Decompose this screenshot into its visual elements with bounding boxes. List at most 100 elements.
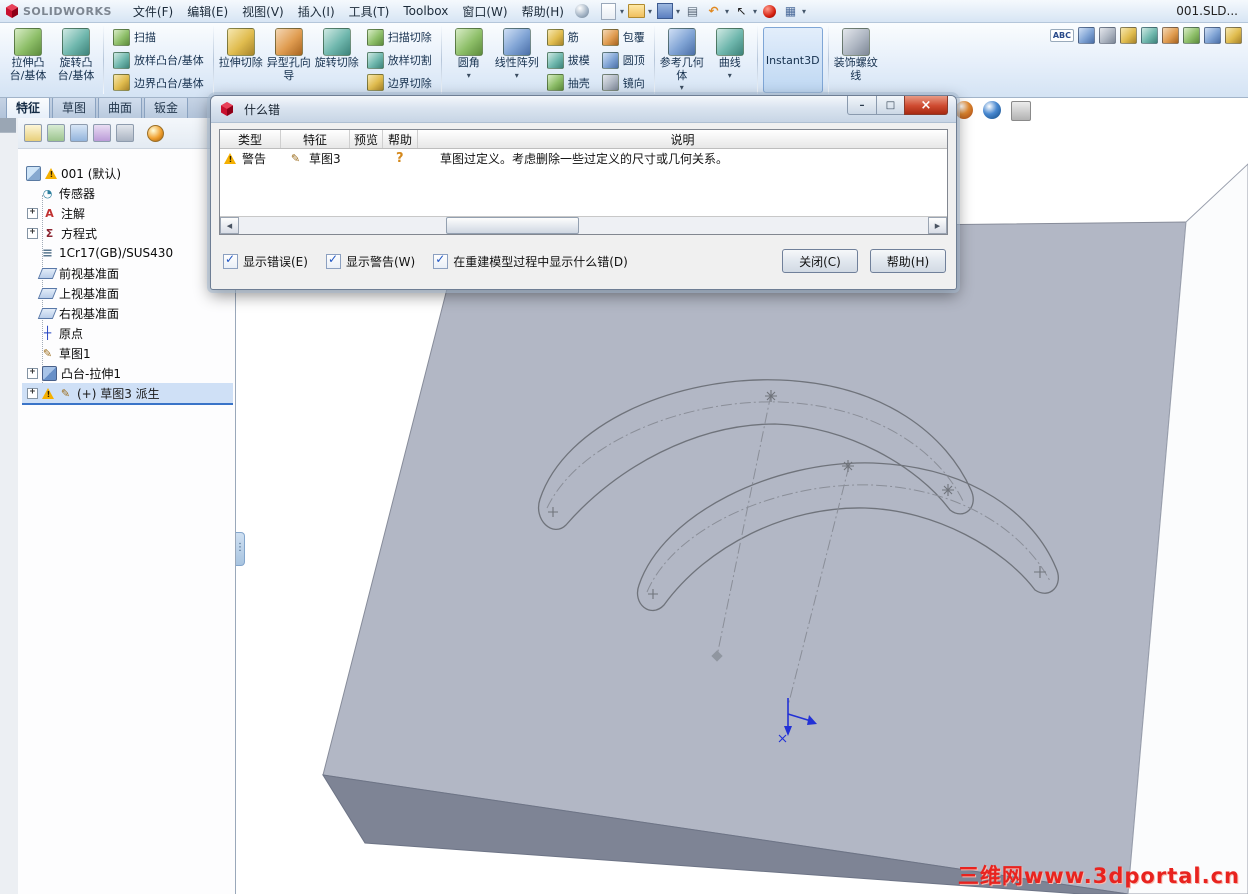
boundary-cut-button[interactable]: 边界切除 bbox=[363, 72, 436, 93]
show-on-rebuild-checkbox[interactable]: 在重建模型过程中显示什么错(D) bbox=[433, 252, 628, 270]
edit-appearance-icon[interactable] bbox=[955, 101, 973, 119]
lofted-cut-button[interactable]: 放样切割 bbox=[363, 50, 436, 71]
tab-sketch[interactable]: 草图 bbox=[52, 95, 97, 118]
dropdown-caret[interactable]: ▾ bbox=[753, 7, 757, 16]
left-toolbar-icon[interactable] bbox=[14, 117, 16, 133]
help-button[interactable]: 帮助(H) bbox=[870, 249, 946, 273]
checkbox-checked-icon[interactable] bbox=[325, 252, 341, 269]
table-row[interactable]: 警告 ✎草图3 ? 草图过定义。考虑删除一些过定义的尺寸或几何关系。 bbox=[220, 149, 947, 168]
column-description[interactable]: 说明 bbox=[418, 130, 947, 148]
cosmetic-thread-button[interactable]: 装饰螺纹线 bbox=[832, 24, 880, 96]
menu-view[interactable]: 视图(V) bbox=[235, 0, 291, 23]
rib-button[interactable]: 筋 bbox=[543, 27, 594, 48]
column-type[interactable]: 类型 bbox=[220, 130, 281, 148]
close-button[interactable]: 关闭(C) bbox=[782, 249, 858, 273]
undo-icon[interactable]: ↶ bbox=[704, 2, 723, 21]
reference-geometry-button[interactable]: 参考几何体 bbox=[658, 24, 706, 96]
select-pointer-icon[interactable]: ↖ bbox=[732, 2, 751, 21]
dropdown-caret[interactable]: ▾ bbox=[648, 7, 652, 16]
curves-button[interactable]: 曲线 bbox=[706, 24, 754, 96]
expand-icon[interactable] bbox=[27, 207, 38, 219]
featuremanager-tree-icon[interactable] bbox=[24, 124, 42, 142]
toolbar-icon[interactable] bbox=[1204, 27, 1221, 44]
boundary-boss-button[interactable]: 边界凸台/基体 bbox=[109, 72, 208, 93]
view-settings-icon[interactable] bbox=[1011, 101, 1031, 121]
dropdown-caret[interactable]: ▾ bbox=[802, 7, 806, 16]
menu-window[interactable]: 窗口(W) bbox=[455, 0, 514, 23]
tree-item-front-plane[interactable]: 前视基准面 bbox=[22, 263, 233, 283]
draft-button[interactable]: 拔模 bbox=[543, 50, 594, 71]
scroll-right-arrow[interactable]: ▶ bbox=[928, 217, 947, 234]
dropdown-caret[interactable]: ▾ bbox=[676, 7, 680, 16]
toolbar-icon[interactable] bbox=[1183, 27, 1200, 44]
new-document-icon[interactable] bbox=[600, 2, 616, 20]
propertymanager-icon[interactable] bbox=[47, 124, 65, 142]
tree-item-sensors[interactable]: ◔ 传感器 bbox=[22, 183, 233, 203]
menu-tools[interactable]: 工具(T) bbox=[342, 0, 397, 23]
revolve-boss-button[interactable]: 旋转凸台/基体 bbox=[52, 24, 100, 96]
print-icon[interactable]: ▤ bbox=[683, 2, 702, 21]
expand-icon[interactable] bbox=[27, 387, 38, 399]
menu-edit[interactable]: 编辑(E) bbox=[180, 0, 235, 23]
dialog-title-bar[interactable]: 什么错 bbox=[211, 96, 956, 123]
sweep-button[interactable]: 扫描 bbox=[109, 27, 208, 48]
horizontal-scrollbar[interactable]: ◀ ▶ bbox=[220, 216, 947, 234]
tab-sheet-metal[interactable]: 钣金 bbox=[144, 95, 189, 118]
dropdown-caret[interactable]: ▾ bbox=[620, 7, 624, 16]
configurationmanager-icon[interactable] bbox=[70, 124, 88, 142]
apply-scene-icon[interactable] bbox=[983, 101, 1001, 119]
row-help-cell[interactable]: ? bbox=[392, 151, 430, 166]
scrollbar-track[interactable] bbox=[239, 217, 928, 234]
dropdown-caret[interactable]: ▾ bbox=[725, 7, 729, 16]
tree-item-sketch1[interactable]: ✎ 草图1 bbox=[22, 343, 233, 363]
show-warnings-checkbox[interactable]: 显示警告(W) bbox=[325, 252, 415, 270]
extrude-boss-button[interactable]: 拉伸凸台/基体 bbox=[4, 24, 52, 96]
dimxpertmanager-icon[interactable] bbox=[93, 124, 111, 142]
menu-insert[interactable]: 插入(I) bbox=[291, 0, 342, 23]
revolved-cut-button[interactable]: 旋转切除 bbox=[313, 24, 361, 96]
menu-file[interactable]: 文件(F) bbox=[126, 0, 180, 23]
toolbar-icon[interactable] bbox=[1162, 27, 1179, 44]
tree-item-right-plane[interactable]: 右视基准面 bbox=[22, 303, 233, 323]
menu-help[interactable]: 帮助(H) bbox=[515, 0, 571, 23]
tree-item-root[interactable]: 001 (默认) bbox=[22, 163, 233, 183]
show-errors-checkbox[interactable]: 显示错误(E) bbox=[223, 252, 308, 270]
toolbar-icon[interactable] bbox=[1225, 27, 1242, 44]
tab-features[interactable]: 特征 bbox=[6, 95, 51, 118]
shell-button[interactable]: 抽壳 bbox=[543, 72, 594, 93]
loft-button[interactable]: 放样凸台/基体 bbox=[109, 50, 208, 71]
scrollbar-thumb[interactable] bbox=[445, 217, 579, 234]
expand-icon[interactable] bbox=[27, 367, 38, 379]
spell-check-icon[interactable]: ABC bbox=[1049, 29, 1074, 42]
tree-item-origin[interactable]: ┼ 原点 bbox=[22, 323, 233, 343]
wrap-button[interactable]: 包覆 bbox=[598, 27, 649, 48]
tree-item-top-plane[interactable]: 上视基准面 bbox=[22, 283, 233, 303]
maximize-button[interactable] bbox=[877, 96, 904, 115]
options-icon[interactable]: ▦ bbox=[781, 2, 800, 21]
extruded-cut-button[interactable]: 拉伸切除 bbox=[217, 24, 265, 96]
panel-splitter-grip[interactable] bbox=[235, 532, 245, 566]
instant3d-toggle[interactable]: Instant3D bbox=[762, 27, 823, 93]
minimize-button[interactable] bbox=[847, 96, 877, 115]
appearances-icon[interactable] bbox=[147, 124, 164, 142]
tree-item-extrude1[interactable]: 凸台-拉伸1 bbox=[22, 363, 233, 383]
tree-item-equations[interactable]: Σ 方程式 bbox=[22, 223, 233, 243]
tree-item-sketch3-derived[interactable]: ✎ (+) 草图3 派生 bbox=[22, 383, 233, 405]
swept-cut-button[interactable]: 扫描切除 bbox=[363, 27, 436, 48]
column-feature[interactable]: 特征 bbox=[281, 130, 350, 148]
hole-wizard-button[interactable]: 异型孔向导 bbox=[265, 24, 313, 96]
tab-surfaces[interactable]: 曲面 bbox=[98, 95, 143, 118]
expand-icon[interactable] bbox=[27, 227, 38, 239]
dome-button[interactable]: 圆顶 bbox=[598, 50, 649, 71]
rebuild-icon[interactable] bbox=[763, 4, 777, 18]
checkbox-checked-icon[interactable] bbox=[223, 252, 238, 269]
displaymanager-icon[interactable] bbox=[116, 124, 134, 142]
menu-toolbox[interactable]: Toolbox bbox=[396, 1, 455, 21]
toolbar-icon[interactable] bbox=[1078, 27, 1095, 44]
column-preview[interactable]: 预览 bbox=[350, 130, 383, 148]
tree-item-material[interactable]: ≡ 1Cr17(GB)/SUS430 bbox=[22, 243, 233, 263]
tree-item-annotations[interactable]: A 注解 bbox=[22, 203, 233, 223]
mirror-button[interactable]: 镜向 bbox=[598, 72, 649, 93]
toolbar-icon[interactable] bbox=[1099, 27, 1116, 44]
pushpin-icon[interactable] bbox=[574, 4, 589, 18]
